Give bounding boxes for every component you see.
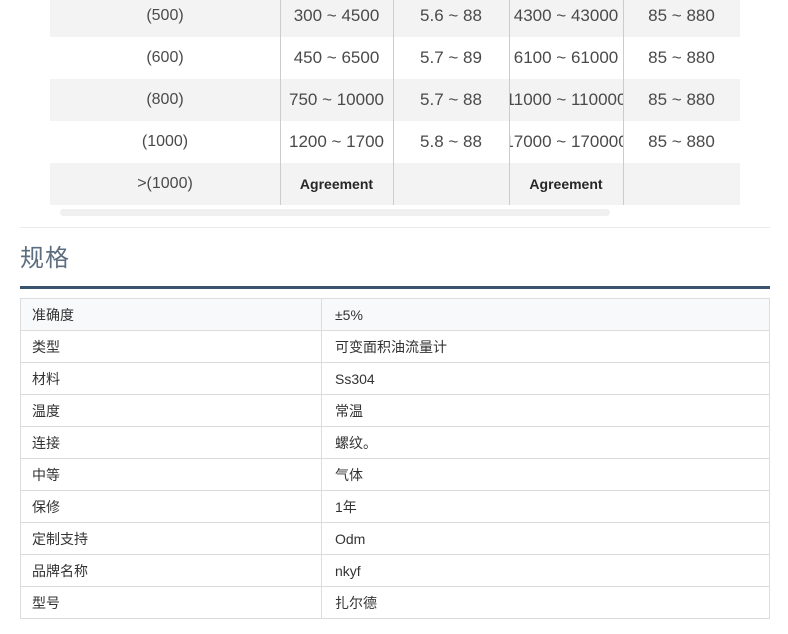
agreement-cell: Agreement	[280, 163, 393, 205]
spec-row: 准确度 ±5%	[21, 299, 770, 331]
section-title-underline	[20, 286, 770, 289]
spec-label-cell: 型号	[21, 587, 322, 619]
spec-label-cell: 保修	[21, 491, 322, 523]
specs-section-title: 规格	[20, 246, 70, 272]
column-divider	[280, 0, 281, 205]
specifications-table: 准确度 ±5% 类型 可变面积油流量计 材料 Ss304 温度 常温 连接 螺纹…	[20, 298, 770, 619]
flow-range-cell	[623, 163, 740, 205]
flow-range-cell: 5.7 ~ 89	[393, 37, 509, 79]
spec-label-cell: 中等	[21, 459, 322, 491]
flow-range-cell: 300 ~ 4500	[280, 0, 393, 37]
flow-range-cell: 5.8 ~ 88	[393, 121, 509, 163]
spec-label-cell: 品牌名称	[21, 555, 322, 587]
column-divider	[393, 0, 394, 205]
flow-range-cell: 4300 ~ 43000	[509, 0, 623, 37]
flow-range-cell: 450 ~ 6500	[280, 37, 393, 79]
spec-value-cell: Odm	[322, 523, 770, 555]
size-cell: (500)	[50, 0, 280, 37]
spec-value-cell: 螺纹。	[322, 427, 770, 459]
spec-value-cell: Ss304	[322, 363, 770, 395]
spec-label-cell: 类型	[21, 331, 322, 363]
flow-range-cell: 5.6 ~ 88	[393, 0, 509, 37]
size-cell: (1000)	[50, 121, 280, 163]
spec-row: 材料 Ss304	[21, 363, 770, 395]
spec-label-cell: 温度	[21, 395, 322, 427]
flow-range-cell: 6100 ~ 61000	[509, 37, 623, 79]
spec-row: 型号 扎尔德	[21, 587, 770, 619]
spec-label-cell: 定制支持	[21, 523, 322, 555]
flow-range-cell: 85 ~ 880	[623, 37, 740, 79]
spec-value-cell: 1年	[322, 491, 770, 523]
column-divider	[623, 0, 624, 205]
column-divider	[509, 0, 510, 205]
spec-row: 温度 常温	[21, 395, 770, 427]
size-table-row: (800) 750 ~ 10000 5.7 ~ 88 11000 ~ 11000…	[50, 79, 740, 121]
horizontal-scrollbar-thumb[interactable]	[60, 209, 610, 216]
spec-value-cell: ±5%	[322, 299, 770, 331]
spec-value-cell: 可变面积油流量计	[322, 331, 770, 363]
size-cell: (800)	[50, 79, 280, 121]
flow-range-cell: 85 ~ 880	[623, 121, 740, 163]
flow-range-cell: 85 ~ 880	[623, 0, 740, 37]
flow-range-cell: 17000 ~ 170000	[509, 121, 623, 163]
spec-value-cell: 扎尔德	[322, 587, 770, 619]
size-table-row: (500) 300 ~ 4500 5.6 ~ 88 4300 ~ 43000 8…	[50, 0, 740, 37]
spec-label-cell: 材料	[21, 363, 322, 395]
size-table-row: (1000) 1200 ~ 1700 5.8 ~ 88 17000 ~ 1700…	[50, 121, 740, 163]
spec-value-cell: 常温	[322, 395, 770, 427]
spec-row: 中等 气体	[21, 459, 770, 491]
spec-row: 品牌名称 nkyf	[21, 555, 770, 587]
spec-row: 类型 可变面积油流量计	[21, 331, 770, 363]
section-divider	[20, 227, 770, 228]
size-flow-table: (500) 300 ~ 4500 5.6 ~ 88 4300 ~ 43000 8…	[50, 0, 740, 205]
flow-range-cell: 750 ~ 10000	[280, 79, 393, 121]
spec-row: 连接 螺纹。	[21, 427, 770, 459]
flow-range-cell	[393, 163, 509, 205]
spec-row: 定制支持 Odm	[21, 523, 770, 555]
spec-value-cell: 气体	[322, 459, 770, 491]
flow-range-cell: 85 ~ 880	[623, 79, 740, 121]
size-cell: >(1000)	[50, 163, 280, 205]
product-spec-page: { "size_table": { "rows": [ ["(500)", "3…	[0, 0, 788, 634]
flow-range-cell: 11000 ~ 110000	[509, 79, 623, 121]
spec-label-cell: 准确度	[21, 299, 322, 331]
agreement-cell: Agreement	[509, 163, 623, 205]
spec-value-cell: nkyf	[322, 555, 770, 587]
size-cell: (600)	[50, 37, 280, 79]
flow-range-cell: 1200 ~ 1700	[280, 121, 393, 163]
flow-range-cell: 5.7 ~ 88	[393, 79, 509, 121]
size-table-row: (600) 450 ~ 6500 5.7 ~ 89 6100 ~ 61000 8…	[50, 37, 740, 79]
spec-label-cell: 连接	[21, 427, 322, 459]
spec-row: 保修 1年	[21, 491, 770, 523]
size-table-row: >(1000) Agreement Agreement	[50, 163, 740, 205]
